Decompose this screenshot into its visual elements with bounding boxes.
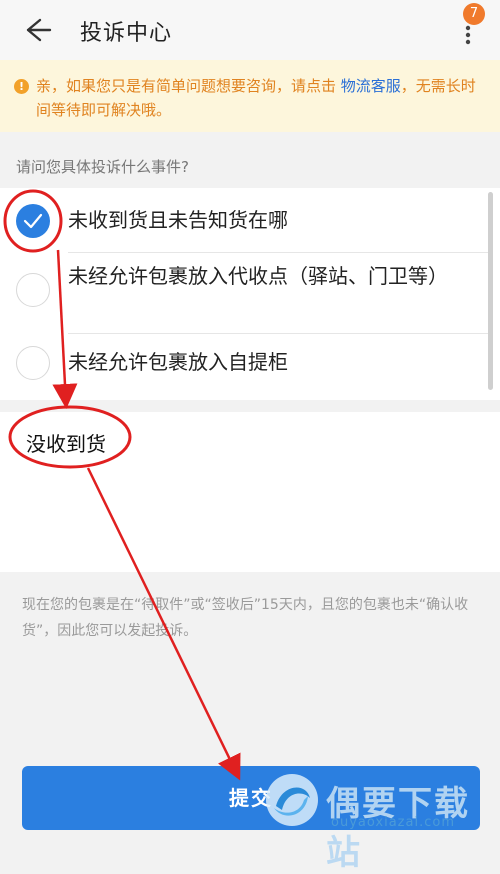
option-parcel-locker[interactable]: 未经允许包裹放入自提柜	[0, 334, 490, 394]
back-arrow-icon[interactable]	[22, 14, 56, 46]
option-parcel-station[interactable]: 未经允许包裹放入代收点（驿站、门卫等）	[0, 253, 490, 333]
option-label: 未收到货且未告知货在哪	[68, 208, 288, 232]
radio-unchecked-icon[interactable]	[16, 273, 50, 307]
logistics-service-link[interactable]: 物流客服	[341, 77, 401, 95]
watermark-logo-icon	[266, 774, 318, 826]
option-label: 未经允许包裹放入自提柜	[68, 350, 288, 374]
watermark-url: ouyaoxiazai.com	[331, 815, 455, 830]
notice-banner: ! 亲，如果您只是有简单问题想要咨询，请点击 物流客服，无需长时间等待即可解决哦…	[0, 60, 500, 132]
top-app-bar: 投诉中心 7	[0, 0, 500, 60]
info-icon: !	[14, 79, 29, 94]
question-label: 请问您具体投诉什么事件?	[16, 158, 189, 176]
notice-text: 亲，如果您只是有简单问题想要咨询，请点击 物流客服，无需长时间等待即可解决哦。	[36, 74, 476, 122]
complaint-description-textarea[interactable]: 没收到货	[0, 412, 500, 572]
radio-checked-icon[interactable]	[16, 204, 50, 238]
options-scrollbar[interactable]	[488, 192, 493, 390]
option-not-received[interactable]: 未收到货且未告知货在哪	[0, 188, 490, 252]
page-title: 投诉中心	[80, 21, 173, 46]
option-label: 未经允许包裹放入代收点（驿站、门卫等）	[68, 264, 448, 288]
eligibility-hint: 现在您的包裹是在“待取件”或“签收后”15天内，且您的包裹也未“确认收货”，因此…	[22, 597, 469, 639]
notification-badge: 7	[463, 3, 485, 25]
notice-text-before: 亲，如果您只是有简单问题想要咨询，请点击	[36, 77, 341, 95]
complaint-options-list: 未收到货且未告知货在哪 未经允许包裹放入代收点（驿站、门卫等） 未经允许包裹放入…	[0, 188, 500, 400]
radio-unchecked-icon[interactable]	[16, 346, 50, 380]
textarea-value: 没收到货	[26, 432, 106, 456]
